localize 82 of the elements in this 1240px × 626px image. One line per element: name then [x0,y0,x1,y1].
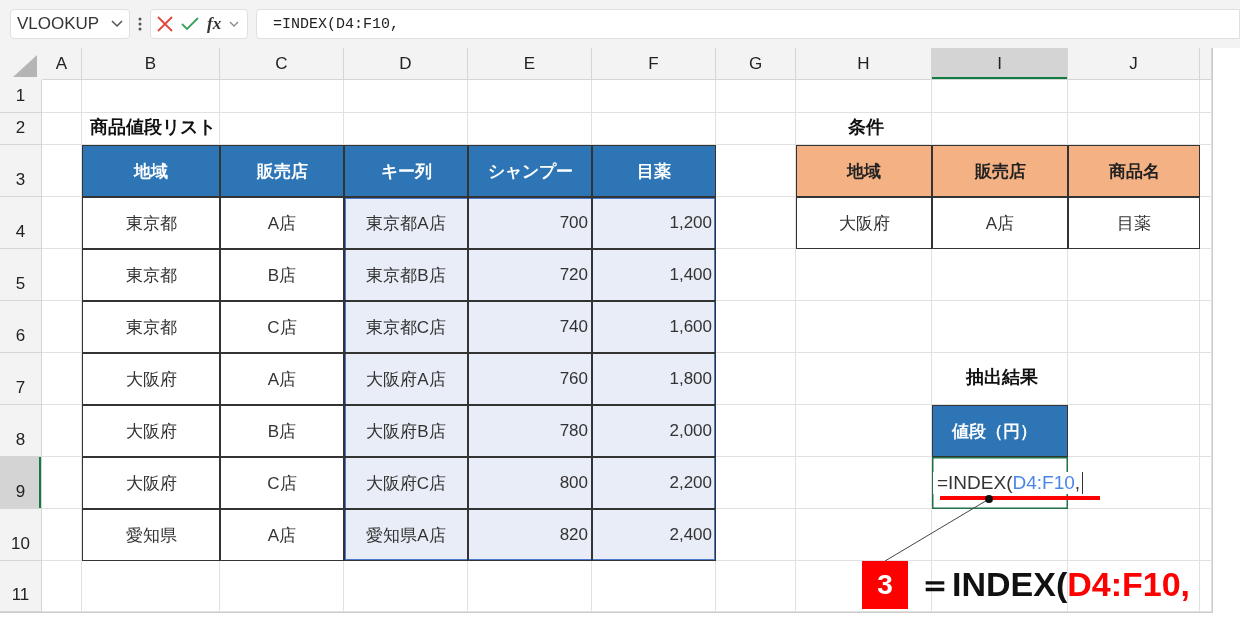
row-number[interactable]: 8 [0,405,42,457]
column-header[interactable]: I [932,48,1068,80]
table-cell: 東京都B店 [344,249,468,301]
column-header-cell: シャンプー [468,145,592,197]
chevron-down-icon[interactable] [229,20,240,28]
cell-editor[interactable]: =INDEX(D4:F10, [933,472,1084,494]
table-cell: 1,400 [592,249,716,301]
formula-input[interactable]: =INDEX(D4:F10, [256,9,1240,39]
row-number[interactable]: 10 [0,509,42,561]
table-cell: 大阪府 [82,457,220,509]
row-number[interactable]: 9 [0,457,42,509]
section-title: 抽出結果 [965,366,1038,389]
table-cell: 700 [468,197,592,249]
column-header-cell: 値段（円） [932,405,1068,457]
table-cell: C店 [220,457,344,509]
row-number[interactable]: 3 [0,145,42,197]
column-header[interactable]: G [716,48,796,80]
column-header[interactable]: H [796,48,932,80]
table-cell: A店 [932,197,1068,249]
table-cell: 大阪府B店 [344,405,468,457]
table-cell: B店 [220,249,344,301]
row-number[interactable]: 4 [0,197,42,249]
column-header-cell: キー列 [344,145,468,197]
table-cell: A店 [220,353,344,405]
table-cell: 東京都A店 [344,197,468,249]
cancel-icon[interactable] [157,16,173,32]
table-cell: 740 [468,301,592,353]
table-cell: 760 [468,353,592,405]
table-cell: 1,800 [592,353,716,405]
column-header[interactable]: E [468,48,592,80]
row-number[interactable]: 1 [0,80,42,113]
table-cell: 大阪府 [82,405,220,457]
table-cell: 東京都 [82,197,220,249]
column-header-cell: 地域 [82,145,220,197]
table-cell: 東京都 [82,301,220,353]
table-cell: 1,600 [592,301,716,353]
table-cell: 愛知県A店 [344,509,468,561]
row-number[interactable]: 5 [0,249,42,301]
table-cell: B店 [220,405,344,457]
row-number[interactable]: 6 [0,301,42,353]
table-cell: 大阪府C店 [344,457,468,509]
more-icon[interactable] [138,17,142,31]
table-cell: 800 [468,457,592,509]
column-header-cell: 販売店 [932,145,1068,197]
table-cell: A店 [220,197,344,249]
column-header[interactable]: J [1068,48,1200,80]
table-cell: 820 [468,509,592,561]
table-cell: 大阪府 [796,197,932,249]
table-cell: 東京都 [82,249,220,301]
table-cell: C店 [220,301,344,353]
table-cell: 大阪府 [82,353,220,405]
table-cell: A店 [220,509,344,561]
table-cell: 大阪府A店 [344,353,468,405]
row-number[interactable]: 11 [0,561,42,612]
step-badge: 3 [862,561,908,609]
table-cell: 東京都C店 [344,301,468,353]
table-cell: 1,200 [592,197,716,249]
column-header[interactable]: C [220,48,344,80]
row-number[interactable]: 2 [0,113,42,145]
column-header-cell: 商品名 [1068,145,1200,197]
column-header[interactable]: B [82,48,220,80]
column-header-cell: 販売店 [220,145,344,197]
column-header[interactable]: F [592,48,716,80]
table-cell: 2,400 [592,509,716,561]
section-title: 条件 [847,116,884,139]
table-cell: 780 [468,405,592,457]
row-number[interactable]: 7 [0,353,42,405]
name-box[interactable]: VLOOKUP [10,9,130,39]
table-title: 商品値段リスト [89,116,216,139]
callout-text: ＝INDEX(D4:F10, [918,564,1191,605]
column-header[interactable]: A [42,48,82,80]
table-cell: 愛知県 [82,509,220,561]
column-header-cell: 地域 [796,145,932,197]
table-cell: 720 [468,249,592,301]
chevron-down-icon [111,20,123,28]
check-icon[interactable] [181,17,199,31]
table-cell: 目薬 [1068,197,1200,249]
column-header[interactable]: D [344,48,468,80]
insert-function-button[interactable]: fx [207,14,222,34]
table-cell: 2,000 [592,405,716,457]
table-cell: 2,200 [592,457,716,509]
column-header-cell: 目薬 [592,145,716,197]
